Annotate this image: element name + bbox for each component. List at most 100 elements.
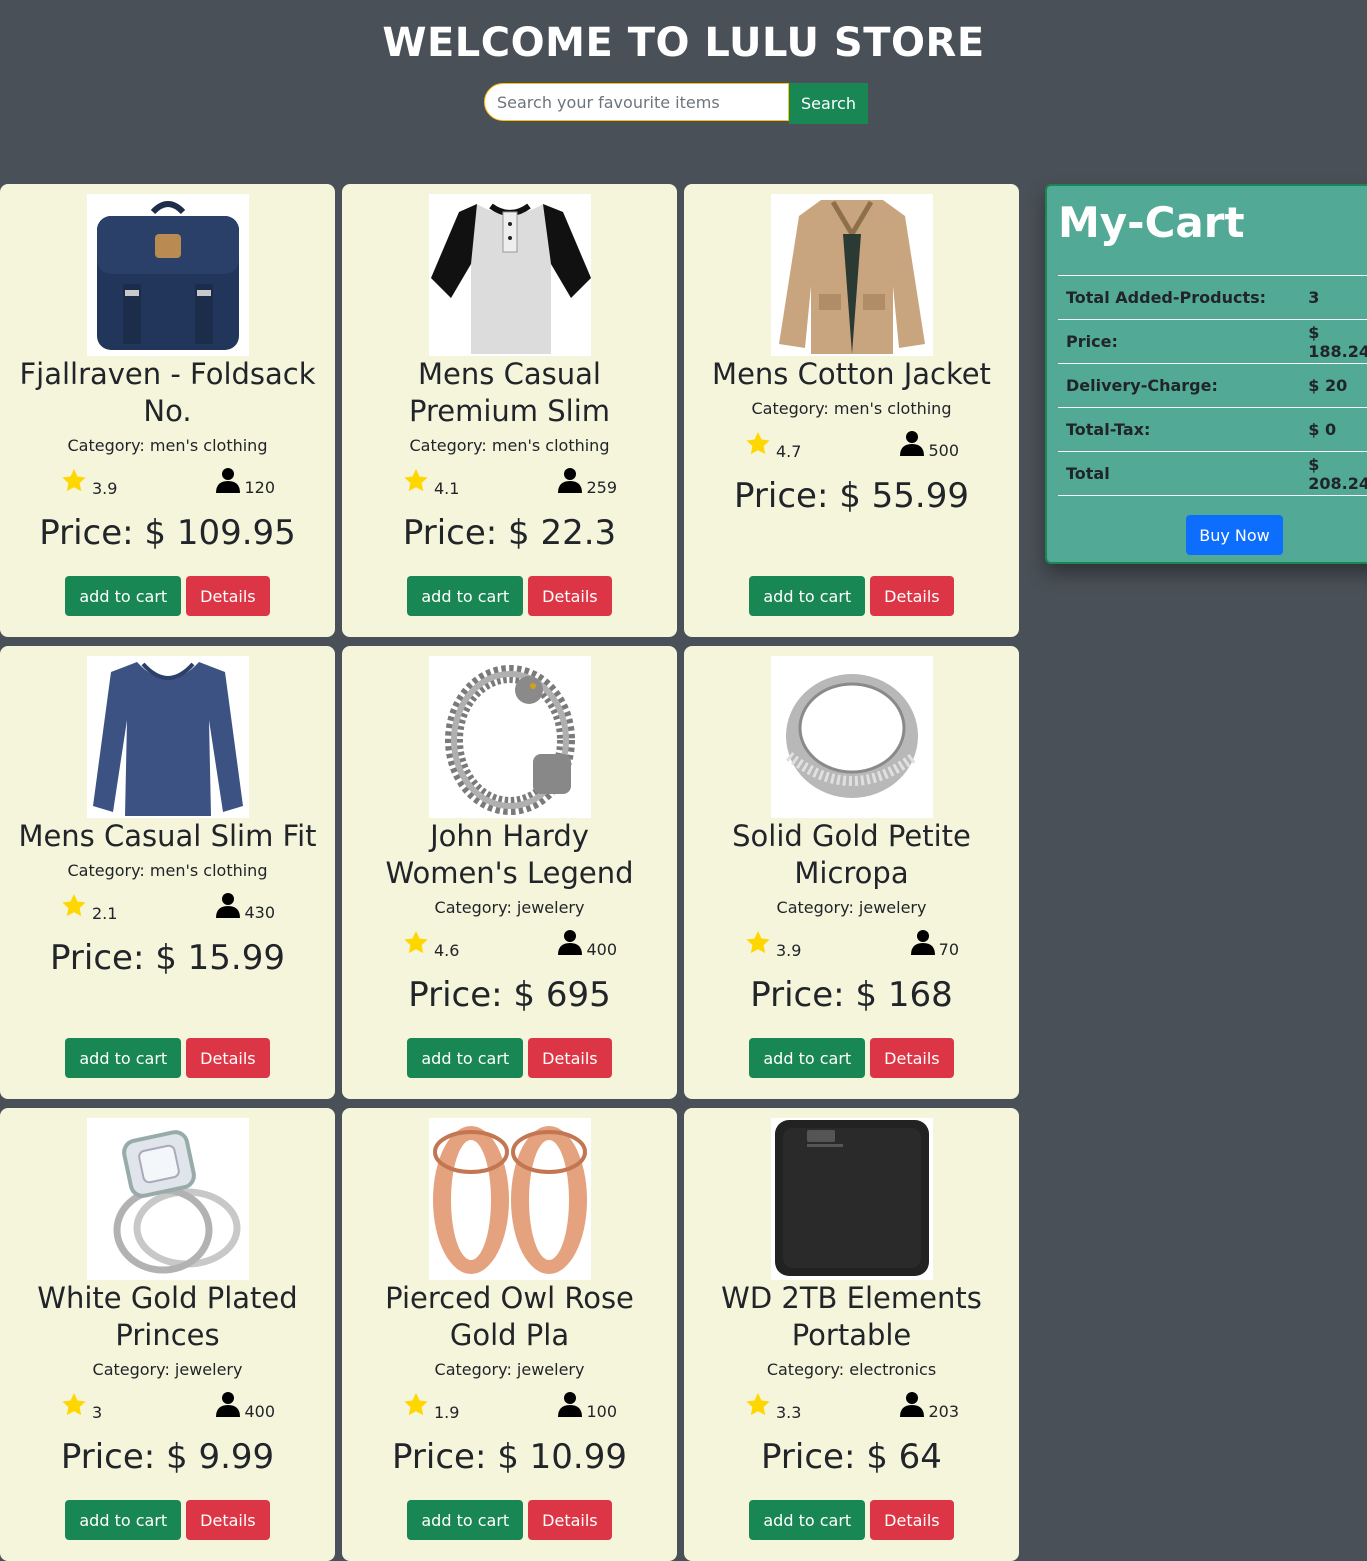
product-image: [770, 194, 933, 356]
product-image: [428, 656, 591, 818]
product-title: Fjallraven - Foldsack No.: [19, 357, 316, 428]
product-stats: 3.3 203: [684, 1391, 1019, 1422]
rating: 3: [60, 1391, 102, 1422]
details-button[interactable]: Details: [870, 1038, 954, 1078]
buy-now-button[interactable]: Buy Now: [1186, 515, 1283, 555]
product-card: Mens Cotton Jacket Category: men's clothi…: [684, 184, 1019, 637]
product-title: John Hardy Women's Legend: [385, 819, 634, 890]
product-category: Category: jewelery: [92, 1360, 243, 1379]
star-icon: [60, 1391, 92, 1422]
add-to-cart-button[interactable]: add to cart: [407, 576, 524, 616]
product-stats: 3 400: [0, 1391, 335, 1422]
product-category: Category: jewelery: [434, 898, 585, 917]
product-price: Price: $ 22.3: [402, 513, 617, 553]
product-image: [86, 1118, 249, 1280]
details-button[interactable]: Details: [186, 1038, 270, 1078]
cart-row: Total-Tax: $ 0: [1058, 407, 1367, 452]
rating-count-value: 500: [928, 441, 959, 460]
add-to-cart-button[interactable]: add to cart: [749, 1500, 866, 1540]
add-to-cart-button[interactable]: add to cart: [407, 1038, 524, 1078]
product-stats: 4.7 500: [684, 430, 1019, 461]
cart-title: My-Cart: [1058, 198, 1245, 247]
add-to-cart-button[interactable]: add to cart: [65, 1038, 182, 1078]
add-to-cart-button[interactable]: add to cart: [407, 1500, 524, 1540]
product-actions: add to cart Details: [0, 1500, 335, 1540]
product-image: [770, 1118, 933, 1280]
product-actions: add to cart Details: [342, 576, 677, 616]
rating-count-value: 70: [938, 940, 959, 959]
rating-count: 120: [216, 467, 275, 497]
product-image: [770, 656, 933, 818]
product-category: Category: men's clothing: [67, 436, 268, 455]
product-title: Mens Casual Slim Fit: [18, 819, 317, 853]
rating-count: 203: [900, 1391, 959, 1421]
user-icon: [558, 929, 586, 959]
product-card: Mens Casual Premium Slim Category: men's …: [342, 184, 677, 637]
rating-value: 2.1: [92, 903, 118, 923]
product-card: Solid Gold Petite Micropa Category: jewel…: [684, 646, 1019, 1099]
details-button[interactable]: Details: [870, 1500, 954, 1540]
rating-count-value: 400: [244, 1402, 275, 1421]
details-button[interactable]: Details: [186, 1500, 270, 1540]
cart-row: Delivery-Charge: $ 20: [1058, 363, 1367, 408]
search-input[interactable]: [484, 83, 789, 121]
rating-count: 259: [558, 467, 617, 497]
rating: 3.9: [60, 467, 117, 498]
product-actions: add to cart Details: [342, 1038, 677, 1078]
details-button[interactable]: Details: [528, 576, 612, 616]
cart-summary-table: Total Added-Products: 3 Price: $ 188.24 Deli…: [1058, 275, 1367, 496]
rating-value: 1.9: [434, 1402, 460, 1422]
user-icon: [558, 467, 586, 497]
product-actions: add to cart Details: [684, 1500, 1019, 1540]
rating: 4.6: [402, 929, 459, 960]
cart-row-value: $ 20: [1296, 363, 1367, 408]
rating-count-value: 100: [586, 1402, 617, 1421]
product-card: WD 2TB Elements Portable Category: electr…: [684, 1108, 1019, 1561]
product-image: [428, 1118, 591, 1280]
product-price: Price: $ 695: [408, 975, 611, 1015]
cart-row-label: Delivery-Charge:: [1058, 363, 1297, 408]
cart-row-value: $ 0: [1296, 407, 1367, 452]
add-to-cart-button[interactable]: add to cart: [65, 576, 182, 616]
rating-count-value: 120: [244, 478, 275, 497]
rating-value: 4.1: [434, 478, 460, 498]
product-title: White Gold Plated Princes: [37, 1281, 298, 1352]
details-button[interactable]: Details: [186, 576, 270, 616]
product-price: Price: $ 168: [750, 975, 953, 1015]
rating: 3.9: [744, 929, 801, 960]
user-icon: [900, 430, 928, 460]
product-card: Fjallraven - Foldsack No. Category: men's…: [0, 184, 335, 637]
add-to-cart-button[interactable]: add to cart: [749, 1038, 866, 1078]
rating-value: 3: [92, 1402, 103, 1422]
product-title: Pierced Owl Rose Gold Pla: [385, 1281, 634, 1352]
product-stats: 3.9 70: [684, 929, 1019, 960]
product-price: Price: $ 10.99: [392, 1437, 627, 1477]
product-image: [428, 194, 591, 356]
product-price: Price: $ 64: [761, 1437, 942, 1477]
search-button[interactable]: Search: [789, 83, 868, 124]
details-button[interactable]: Details: [870, 576, 954, 616]
add-to-cart-button[interactable]: add to cart: [749, 576, 866, 616]
rating-value: 4.6: [434, 940, 460, 960]
product-price: Price: $ 55.99: [734, 476, 969, 516]
product-stats: 1.9 100: [342, 1391, 677, 1422]
details-button[interactable]: Details: [528, 1038, 612, 1078]
rating-value: 3.9: [92, 478, 118, 498]
product-actions: add to cart Details: [684, 576, 1019, 616]
product-actions: add to cart Details: [0, 576, 335, 616]
search-bar: Search: [484, 83, 868, 124]
rating-value: 3.3: [776, 1402, 802, 1422]
rating-count: 430: [216, 892, 275, 922]
product-price: Price: $ 109.95: [39, 513, 296, 553]
rating-count-value: 400: [586, 940, 617, 959]
product-grid: Fjallraven - Foldsack No. Category: men's…: [0, 184, 1019, 1561]
product-category: Category: jewelery: [434, 1360, 585, 1379]
star-icon: [60, 467, 92, 498]
cart-row-value: $ 208.24: [1296, 451, 1367, 496]
star-icon: [402, 467, 434, 498]
rating-count: 500: [900, 430, 959, 460]
product-image: [86, 194, 249, 356]
details-button[interactable]: Details: [528, 1500, 612, 1540]
add-to-cart-button[interactable]: add to cart: [65, 1500, 182, 1540]
star-icon: [60, 892, 92, 923]
